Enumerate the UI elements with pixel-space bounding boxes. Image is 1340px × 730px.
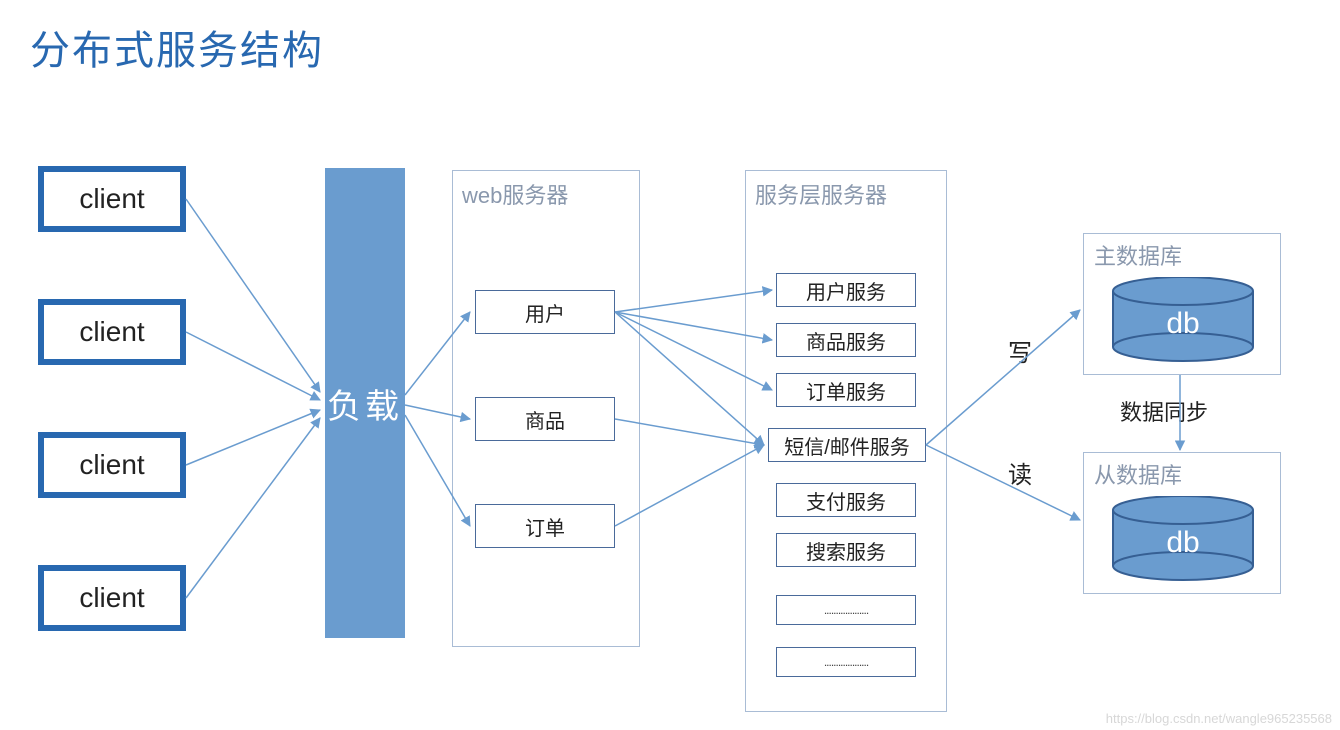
client-box-3: client [38,432,186,498]
service-order: 订单服务 [776,373,916,407]
db-replica-icon: db [1108,496,1258,582]
client-box-1: client [38,166,186,232]
web-item-product: 商品 [475,397,615,441]
service-user: 用户服务 [776,273,916,307]
service-search: 搜索服务 [776,533,916,567]
service-mail: 短信/邮件服务 [768,428,926,462]
label-sync: 数据同步 [1120,395,1208,427]
service-placeholder-1: ................... [776,595,916,625]
label-read: 读 [1008,455,1032,490]
client-box-2: client [38,299,186,365]
label-write: 写 [1008,333,1032,368]
service-pay: 支付服务 [776,483,916,517]
load-balancer: 负载 [325,168,405,638]
client-box-4: client [38,565,186,631]
db-primary-title: 主数据库 [1094,239,1182,271]
db-replica-label: db [1166,526,1199,559]
service-product: 商品服务 [776,323,916,357]
load-balancer-label: 负载 [327,379,403,428]
watermark: https://blog.csdn.net/wangle965235568 [1106,711,1332,726]
diagram-title: 分布式服务结构 [30,18,324,76]
db-replica-title: 从数据库 [1094,458,1182,490]
service-placeholder-2: ................... [776,647,916,677]
web-item-user: 用户 [475,290,615,334]
db-primary-label: db [1166,307,1199,340]
web-item-order: 订单 [475,504,615,548]
web-server-title: web服务器 [462,178,568,210]
service-layer-title: 服务层服务器 [755,178,887,210]
db-primary-icon: db [1108,277,1258,363]
